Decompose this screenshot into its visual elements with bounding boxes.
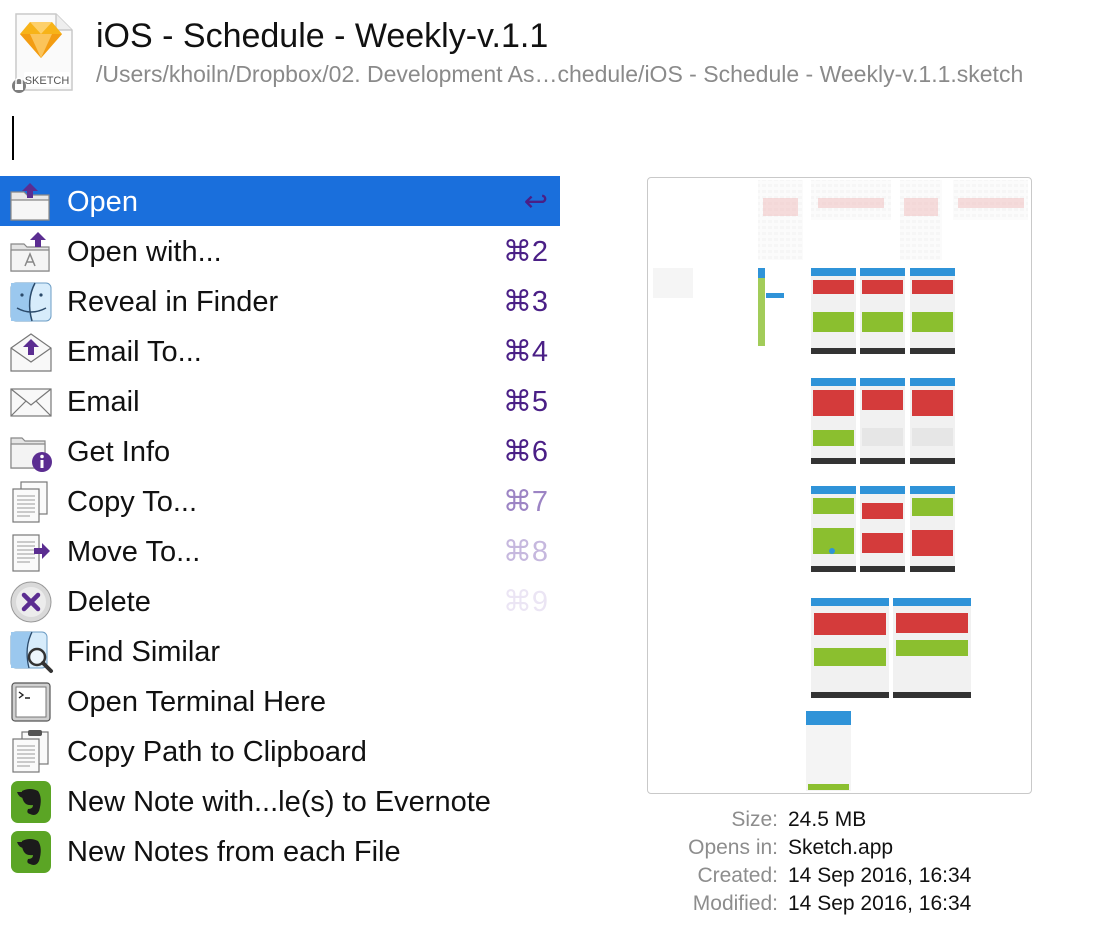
copy-documents-icon [8,480,54,524]
clipboard-icon [8,730,54,774]
info-value: 24.5 MB [788,808,867,831]
file-info: Size: 24.5 MB Opens in: Sketch.app Creat… [600,806,1100,918]
menu-item-label: Open Terminal Here [67,686,326,718]
search-input[interactable] [10,114,550,160]
menu-item-label: Open with... [67,236,222,268]
shortcut-cmd-7: ⌘7 [502,486,548,518]
file-title: iOS - Schedule - Weekly-v.1.1 [96,17,549,55]
info-key: Size: [731,808,778,831]
delete-x-icon [8,580,54,624]
folder-open-icon [8,180,54,224]
shortcut-cmd-3: ⌘3 [502,286,548,318]
menu-item-label: New Notes from each File [67,836,401,868]
shortcut-cmd-6: ⌘6 [502,436,548,468]
finder-magnifier-icon [8,630,54,674]
menu-item-label: Email To... [67,336,202,368]
info-key: Created: [697,864,778,887]
file-path: /Users/khoiln/Dropbox/02. Development As… [96,61,1024,87]
shortcut-cmd-9: ⌘9 [502,586,548,618]
header: SKETCH iOS - Schedule - Weekly-v.1.1 /Us… [0,0,1118,100]
action-list: Open ↩ Open with... ⌘2 Reveal in Finder … [0,176,560,876]
menu-item-copy-path-to-clipboard[interactable]: Copy Path to Clipboard [0,726,560,776]
info-row-size: Size: 24.5 MB [600,806,1100,834]
menu-item-label: Find Similar [67,636,221,668]
menu-item-label: New Note with...le(s) to Evernote [67,786,491,818]
menu-item-open[interactable]: Open ↩ [0,176,560,226]
menu-item-label: Open [67,186,138,218]
text-caret [12,116,14,160]
menu-item-email-to[interactable]: Email To... ⌘4 [0,326,560,376]
menu-item-delete[interactable]: Delete ⌘9 [0,576,560,626]
menu-item-label: Copy Path to Clipboard [67,736,367,768]
menu-item-label: Move To... [67,536,201,568]
shortcut-cmd-4: ⌘4 [502,336,548,368]
menu-item-label: Get Info [67,436,171,468]
app-store-folder-icon [8,230,54,274]
info-folder-icon [8,430,54,474]
info-value: 14 Sep 2016, 16:34 [788,864,972,887]
terminal-icon [8,680,54,724]
info-value: Sketch.app [788,836,894,859]
info-row-created: Created: 14 Sep 2016, 16:34 [600,862,1100,890]
info-key: Modified: [692,892,778,915]
info-row-opens-in: Opens in: Sketch.app [600,834,1100,862]
info-value: 14 Sep 2016, 16:34 [788,892,972,915]
menu-item-open-with[interactable]: Open with... ⌘2 [0,226,560,276]
shortcut-cmd-2: ⌘2 [502,236,548,268]
envelope-upload-icon [8,330,54,374]
finder-icon [8,280,54,324]
menu-item-move-to[interactable]: Move To... ⌘8 [0,526,560,576]
file-icon-label: SKETCH [25,75,70,87]
menu-item-copy-to[interactable]: Copy To... ⌘7 [0,476,560,526]
menu-item-label: Reveal in Finder [67,286,279,318]
move-document-icon [8,530,54,574]
menu-item-label: Delete [67,586,151,618]
shortcut-return: ↩ [523,186,548,218]
info-row-modified: Modified: 14 Sep 2016, 16:34 [600,890,1100,918]
envelope-icon [8,380,54,424]
evernote-icon [8,830,54,874]
evernote-icon [8,780,54,824]
menu-item-new-note-to-evernote[interactable]: New Note with...le(s) to Evernote [0,776,560,826]
file-preview-thumbnail [647,177,1032,794]
menu-item-find-similar[interactable]: Find Similar [0,626,560,676]
sketch-document-icon: SKETCH [10,12,78,94]
info-key: Opens in: [688,836,778,859]
menu-item-new-notes-from-each-file[interactable]: New Notes from each File [0,826,560,876]
shortcut-cmd-5: ⌘5 [502,386,548,418]
menu-item-get-info[interactable]: Get Info ⌘6 [0,426,560,476]
shortcut-cmd-8: ⌘8 [502,536,548,568]
menu-item-email[interactable]: Email ⌘5 [0,376,560,426]
menu-item-open-terminal-here[interactable]: Open Terminal Here [0,676,560,726]
menu-item-label: Email [67,386,140,418]
menu-item-reveal-in-finder[interactable]: Reveal in Finder ⌘3 [0,276,560,326]
menu-item-label: Copy To... [67,486,198,518]
